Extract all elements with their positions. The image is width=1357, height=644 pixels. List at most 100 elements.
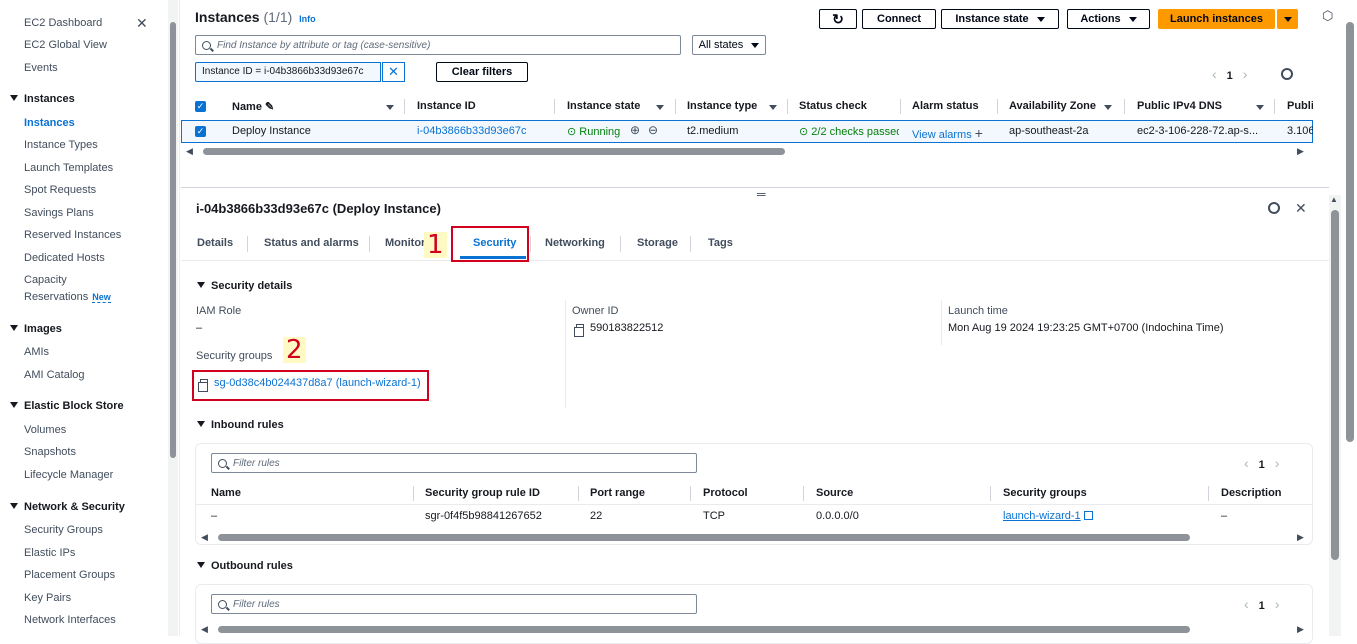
- security-group-link[interactable]: sg-0d38c4b024437d8a7 (launch-wizard-1): [198, 377, 421, 392]
- column-header-instance-id[interactable]: Instance ID: [417, 100, 476, 112]
- outbound-rules-heading[interactable]: Outbound rules: [197, 560, 293, 572]
- rule-col-name[interactable]: Name: [211, 487, 241, 499]
- select-all-checkbox[interactable]: ✓: [195, 101, 206, 112]
- nav-ami-catalog[interactable]: AMI Catalog: [24, 369, 85, 381]
- column-header-public-ip[interactable]: Publi: [1287, 100, 1313, 112]
- scroll-right-icon[interactable]: ▶: [1297, 146, 1304, 157]
- nav-savings-plans[interactable]: Savings Plans: [24, 207, 94, 219]
- nav-ec2-dashboard[interactable]: EC2 Dashboard: [24, 17, 102, 29]
- rule-col-port[interactable]: Port range: [590, 487, 645, 499]
- scroll-up-icon[interactable]: ▲: [1330, 195, 1338, 204]
- sort-icon[interactable]: [386, 105, 394, 110]
- rule-col-protocol[interactable]: Protocol: [703, 487, 748, 499]
- scroll-right-icon[interactable]: ▶: [1297, 532, 1304, 543]
- chevron-left-icon[interactable]: ‹: [1244, 596, 1249, 612]
- tab-storage[interactable]: Storage: [637, 237, 678, 249]
- drag-handle-icon[interactable]: ═: [757, 187, 766, 201]
- zoom-in-icon[interactable]: ⊕: [630, 123, 640, 137]
- nav-launch-templates[interactable]: Launch Templates: [24, 162, 113, 174]
- nav-security-groups[interactable]: Security Groups: [24, 524, 103, 536]
- detail-scrollbar-thumb[interactable]: [1331, 210, 1339, 560]
- nav-capacity-reservations[interactable]: Capacity: [24, 274, 67, 286]
- nav-instances[interactable]: Instances: [24, 117, 75, 129]
- state-filter-select[interactable]: All states: [692, 35, 766, 55]
- scroll-right-icon[interactable]: ▶: [1297, 624, 1304, 635]
- sort-icon[interactable]: [769, 105, 777, 110]
- column-header-az[interactable]: Availability Zone: [1009, 100, 1096, 112]
- page-scrollbar-thumb[interactable]: [1346, 22, 1354, 442]
- scroll-left-icon[interactable]: ◀: [201, 532, 208, 543]
- connect-button[interactable]: Connect: [862, 9, 936, 29]
- copy-icon[interactable]: [198, 379, 208, 392]
- chevron-left-icon[interactable]: ‹: [1244, 455, 1249, 471]
- table-scrollbar-thumb[interactable]: [203, 148, 785, 155]
- zoom-out-icon[interactable]: ⊖: [648, 123, 658, 137]
- chevron-right-icon[interactable]: ›: [1243, 66, 1248, 82]
- plus-icon[interactable]: +: [975, 125, 983, 141]
- refresh-button[interactable]: ↻: [819, 9, 857, 29]
- column-header-instance-state[interactable]: Instance state: [567, 100, 640, 112]
- settings-icon[interactable]: [1281, 68, 1293, 83]
- nav-events[interactable]: Events: [24, 62, 58, 74]
- security-details-heading[interactable]: Security details: [197, 280, 292, 292]
- nav-ec2-global-view[interactable]: EC2 Global View: [24, 39, 107, 51]
- chevron-left-icon[interactable]: ‹: [1212, 66, 1217, 82]
- close-icon[interactable]: ✕: [1295, 200, 1307, 217]
- instance-id-link[interactable]: i-04b3866b33d93e67c: [417, 125, 527, 137]
- nav-placement-groups[interactable]: Placement Groups: [24, 569, 115, 581]
- inbound-scrollbar-thumb[interactable]: [218, 534, 1190, 541]
- instance-state-button[interactable]: Instance state: [941, 9, 1059, 29]
- tab-tags[interactable]: Tags: [708, 237, 733, 249]
- tab-networking[interactable]: Networking: [545, 237, 605, 249]
- rule-col-source[interactable]: Source: [816, 487, 853, 499]
- sort-icon[interactable]: [1256, 105, 1264, 110]
- nav-section-ebs[interactable]: Elastic Block Store: [10, 400, 124, 412]
- nav-amis[interactable]: AMIs: [24, 346, 49, 358]
- tab-details[interactable]: Details: [197, 237, 233, 249]
- sidebar-scrollbar-thumb[interactable]: [170, 22, 176, 458]
- scroll-left-icon[interactable]: ◀: [201, 624, 208, 635]
- nav-volumes[interactable]: Volumes: [24, 424, 66, 436]
- chevron-right-icon[interactable]: ›: [1275, 596, 1280, 612]
- nav-elastic-ips[interactable]: Elastic IPs: [24, 547, 75, 559]
- rule-col-id[interactable]: Security group rule ID: [425, 487, 540, 499]
- remove-filter-icon[interactable]: ✕: [382, 62, 405, 82]
- clear-filters-button[interactable]: Clear filters: [436, 62, 528, 82]
- inbound-filter-input[interactable]: Filter rules: [211, 453, 697, 473]
- nav-section-images[interactable]: Images: [10, 323, 62, 335]
- scroll-left-icon[interactable]: ◀: [186, 146, 193, 157]
- column-header-public-dns[interactable]: Public IPv4 DNS: [1137, 100, 1222, 112]
- nav-instance-types[interactable]: Instance Types: [24, 139, 98, 151]
- column-header-alarm-status[interactable]: Alarm status: [912, 100, 979, 112]
- tab-status-alarms[interactable]: Status and alarms: [264, 237, 359, 249]
- nav-lifecycle-manager[interactable]: Lifecycle Manager: [24, 469, 113, 481]
- nav-capacity-reservations-line2[interactable]: Reservations New: [24, 291, 111, 303]
- nav-section-instances[interactable]: Instances: [10, 93, 75, 105]
- sort-icon[interactable]: [656, 105, 664, 110]
- rule-col-sg[interactable]: Security groups: [1003, 487, 1087, 499]
- nav-network-interfaces[interactable]: Network Interfaces: [24, 614, 116, 626]
- actions-button[interactable]: Actions: [1067, 9, 1150, 29]
- nav-spot-requests[interactable]: Spot Requests: [24, 184, 96, 196]
- nav-dedicated-hosts[interactable]: Dedicated Hosts: [24, 252, 105, 264]
- column-header-status-check[interactable]: Status check: [799, 100, 867, 112]
- sort-icon[interactable]: [1104, 105, 1112, 110]
- rule-col-description[interactable]: Description: [1221, 487, 1282, 499]
- chevron-right-icon[interactable]: ›: [1275, 455, 1280, 471]
- column-header-instance-type[interactable]: Instance type: [687, 100, 757, 112]
- row-checkbox[interactable]: ✓: [195, 126, 206, 137]
- column-header-name[interactable]: Name ✎: [232, 100, 274, 113]
- info-link[interactable]: Info: [299, 14, 316, 24]
- split-divider[interactable]: [181, 187, 1329, 188]
- launch-instances-button[interactable]: Launch instances: [1158, 9, 1275, 29]
- search-input[interactable]: Find Instance by attribute or tag (case-…: [195, 35, 681, 55]
- nav-section-network[interactable]: Network & Security: [10, 501, 125, 513]
- copy-icon[interactable]: [574, 324, 584, 337]
- help-icon[interactable]: ⬡: [1322, 8, 1333, 24]
- nav-reserved-instances[interactable]: Reserved Instances: [24, 229, 121, 241]
- close-icon[interactable]: ✕: [136, 15, 148, 32]
- inbound-rules-heading[interactable]: Inbound rules: [197, 419, 284, 431]
- nav-key-pairs[interactable]: Key Pairs: [24, 592, 71, 604]
- nav-snapshots[interactable]: Snapshots: [24, 446, 76, 458]
- outbound-scrollbar-thumb[interactable]: [218, 626, 1190, 633]
